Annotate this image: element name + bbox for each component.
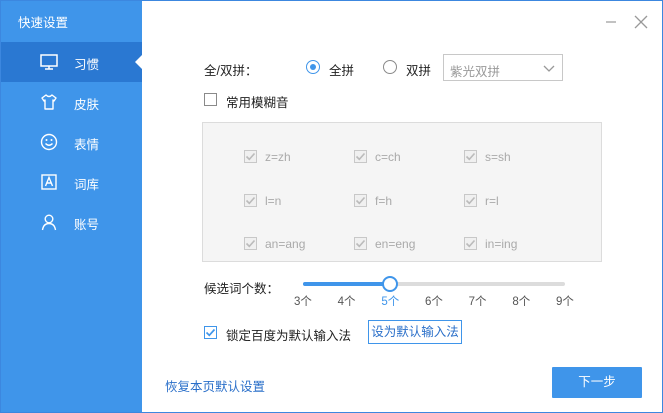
checkbox-checked-icon xyxy=(464,237,477,250)
checkbox-checked-icon xyxy=(464,150,477,163)
fuzzy-item-label: in=ing xyxy=(485,237,518,251)
fuzzy-item-label: s=sh xyxy=(485,150,511,164)
slider-fill xyxy=(303,282,391,286)
slider-tick-label: 7个 xyxy=(468,296,487,308)
lock-default-ime-checkbox[interactable] xyxy=(204,326,217,339)
double-pinyin-scheme-select[interactable]: 紫光双拼 xyxy=(443,54,563,81)
slider-tick-label: 3个 xyxy=(294,296,312,308)
lock-default-ime-label: 锁定百度为默认输入法 xyxy=(226,329,352,343)
candidate-count-slider[interactable] xyxy=(303,282,565,286)
checkbox-checked-icon xyxy=(464,194,477,207)
checkbox-checked-icon xyxy=(244,194,257,207)
sidebar-item-habits[interactable]: 习惯 xyxy=(1,42,142,82)
fuzzy-item-label: an=ang xyxy=(265,237,306,251)
next-button[interactable]: 下一步 xyxy=(552,367,642,398)
set-default-ime-button[interactable]: 设为默认输入法 xyxy=(368,320,462,344)
sidebar-item-label: 账号 xyxy=(74,218,100,232)
fuzzy-item-label: r=l xyxy=(485,194,499,208)
settings-window: 快速设置 习惯 皮肤 表情 词库 账号 全/双拼： 全拼 双拼 紫光双拼 常用模… xyxy=(0,0,663,413)
checkbox-checked-icon xyxy=(354,237,367,250)
sidebar-item-account[interactable]: 账号 xyxy=(1,202,142,242)
sidebar-item-label: 习惯 xyxy=(74,58,100,72)
fuzzy-sound-panel: z=zh c=ch s=sh l=n f=h r=l an=ang en=eng… xyxy=(202,122,602,262)
monitor-icon xyxy=(39,52,59,72)
slider-thumb[interactable] xyxy=(382,276,399,292)
full-pinyin-label: 全拼 xyxy=(329,64,355,78)
double-pinyin-radio[interactable] xyxy=(383,60,397,74)
slider-tick-label: 8个 xyxy=(512,296,531,308)
slider-tick-label: 4个 xyxy=(337,296,356,308)
checkbox-checked-icon xyxy=(244,237,257,250)
fuzzy-item-label: c=ch xyxy=(375,150,401,164)
restore-defaults-link[interactable]: 恢复本页默认设置 xyxy=(165,376,265,395)
slider-tick-label: 6个 xyxy=(425,296,443,308)
fuzzy-sound-checkbox[interactable] xyxy=(204,93,217,106)
select-value: 紫光双拼 xyxy=(450,65,501,79)
sidebar: 快速设置 习惯 皮肤 表情 词库 账号 xyxy=(1,1,142,412)
fuzzy-item-label: l=n xyxy=(265,194,282,208)
sidebar-item-lexicon[interactable]: 词库 xyxy=(1,162,142,202)
settings-content: 全/双拼： 全拼 双拼 紫光双拼 常用模糊音 z=zh c=ch s=sh l=… xyxy=(142,1,662,412)
slider-tick-label: 5个 xyxy=(381,296,400,308)
window-title: 快速设置 xyxy=(18,16,69,30)
fuzzy-item-label: f=h xyxy=(375,194,393,208)
checkbox-checked-icon xyxy=(354,150,367,163)
smiley-icon xyxy=(39,132,59,152)
sidebar-item-emoji[interactable]: 表情 xyxy=(1,122,142,162)
slider-tick-label: 9个 xyxy=(556,296,574,308)
sidebar-item-skin[interactable]: 皮肤 xyxy=(1,82,142,122)
fuzzy-sound-label: 常用模糊音 xyxy=(226,96,289,110)
sidebar-item-label: 词库 xyxy=(74,178,100,192)
fuzzy-item-label: z=zh xyxy=(265,150,291,164)
sidebar-item-label: 皮肤 xyxy=(74,98,100,112)
full-pinyin-radio[interactable] xyxy=(306,60,320,74)
checkmark-icon xyxy=(205,328,216,337)
checkbox-checked-icon xyxy=(354,194,367,207)
fuzzy-item-label: en=eng xyxy=(375,237,416,251)
checkbox-checked-icon xyxy=(244,150,257,163)
sidebar-item-label: 表情 xyxy=(74,138,100,152)
pinyin-mode-label: 全/双拼： xyxy=(204,64,258,78)
lexicon-a-icon xyxy=(39,172,59,192)
tshirt-icon xyxy=(39,92,59,112)
double-pinyin-label: 双拼 xyxy=(406,64,432,78)
user-icon xyxy=(39,212,59,232)
chevron-down-icon xyxy=(542,61,556,75)
candidate-count-label: 候选词个数： xyxy=(204,282,280,296)
